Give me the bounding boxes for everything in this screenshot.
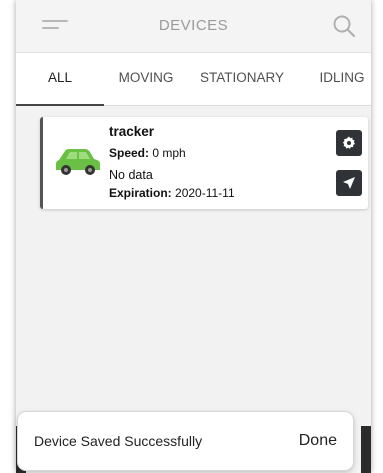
app-screen: DEVICES ALL MOVING STATIONARY IDLING tra… [16,0,371,473]
device-locate-button[interactable] [336,170,362,196]
device-expiration: Expiration: 2020-11-11 [109,186,235,200]
snackbar: Device Saved Successfully Done [18,412,353,470]
tab-stationary[interactable]: STATIONARY [188,53,296,105]
navigation-arrow-icon [343,177,355,189]
device-speed: Speed: 0 mph [109,146,186,160]
gear-icon [342,136,355,149]
device-name: tracker [109,124,155,139]
expiration-value: 2020-11-11 [175,186,235,200]
search-icon[interactable] [331,13,357,39]
device-settings-button[interactable] [336,130,362,156]
active-tab-indicator [16,104,104,106]
snackbar-done-button[interactable]: Done [299,412,337,470]
expiration-label: Expiration: [109,186,172,200]
tab-moving[interactable]: MOVING [104,53,188,105]
tab-bar: ALL MOVING STATIONARY IDLING [16,53,371,106]
speed-label: Speed: [109,146,150,160]
device-status: No data [109,168,153,182]
device-frame: DEVICES ALL MOVING STATIONARY IDLING tra… [0,0,383,473]
app-bar: DEVICES [16,0,371,53]
snackbar-shadow-right [361,426,371,473]
device-card[interactable]: tracker Speed: 0 mph No data Expiration:… [40,117,368,209]
car-icon [56,149,100,175]
page-title: DEVICES [158,17,229,34]
snackbar-message: Device Saved Successfully [34,433,203,449]
speed-value: 0 mph [152,146,186,160]
tab-all[interactable]: ALL [16,53,104,105]
tab-idling[interactable]: IDLING [306,53,371,105]
